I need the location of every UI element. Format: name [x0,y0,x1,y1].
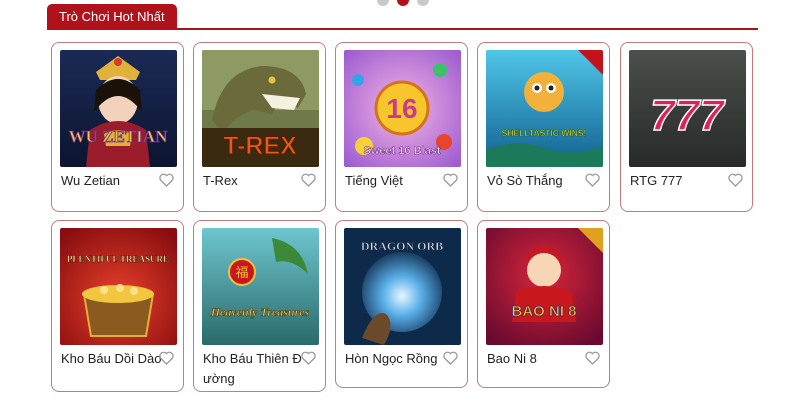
game-thumbnail[interactable]: PLENTIFUL TREASURE [60,228,177,345]
game-thumbnail[interactable]: 福 Heavenly Treasures [202,228,319,345]
game-card-bao-ni-8[interactable]: BAO NI 8 Bao Ni 8 [477,220,610,388]
game-art-title: Sweet 16 Blast [363,145,440,157]
dragon-orb-artwork: DRAGON ORB [344,228,461,345]
game-art-title: DRAGON ORB [361,239,443,253]
game-thumbnail[interactable]: 16 Sweet 16 Blast [344,50,461,167]
game-art-title: 777 [650,91,726,140]
heavenly-treasures-artwork: 福 Heavenly Treasures [202,228,319,345]
game-grid: WU ZETIAN Wu Zetian T-REX T-Rex 16 Sweet… [0,0,800,400]
game-thumbnail[interactable]: DRAGON ORB [344,228,461,345]
heart-icon[interactable] [159,351,174,365]
game-name[interactable]: T-Rex [203,171,307,191]
game-name[interactable]: Kho Báu Thiên Đường [203,349,307,389]
game-name[interactable]: Kho Báu Dồi Dào [61,349,165,369]
game-art-title: SHELLTASTIC WINS! [502,128,587,138]
game-card-kho-bau-thien-duong[interactable]: 福 Heavenly Treasures Kho Báu Thiên Đường [193,220,326,392]
heart-icon[interactable] [585,173,600,187]
game-art-title: T-REX [223,132,297,160]
t-rex-artwork: T-REX [202,50,319,167]
game-art-title: BAO NI 8 [511,303,576,320]
svg-text:福: 福 [235,266,248,281]
game-name[interactable]: Hòn Ngọc Rồng [345,349,449,369]
game-art-title: PLENTIFUL TREASURE [67,254,169,264]
game-card-wu-zetian[interactable]: WU ZETIAN Wu Zetian [51,42,184,212]
sweet-16-blast-artwork: 16 Sweet 16 Blast [344,50,461,167]
rtg-777-artwork: 777 [629,50,746,167]
game-thumbnail[interactable]: 777 [629,50,746,167]
game-card-hon-ngoc-rong[interactable]: DRAGON ORB Hòn Ngọc Rồng [335,220,468,388]
game-card-tieng-viet[interactable]: 16 Sweet 16 Blast Tiếng Việt [335,42,468,212]
game-name[interactable]: Bao Ni 8 [487,349,591,369]
plentiful-treasure-artwork: PLENTIFUL TREASURE [60,228,177,345]
game-name[interactable]: Tiếng Việt [345,171,449,191]
game-art-title: Heavenly Treasures [210,305,310,319]
svg-text:16: 16 [386,93,417,124]
hot-games-page: Trò Chơi Hot Nhất WU ZETIAN Wu Zetian T-… [0,0,800,400]
wu-zetian-artwork: WU ZETIAN [60,50,177,167]
game-name[interactable]: Wu Zetian [61,171,165,191]
game-thumbnail[interactable]: WU ZETIAN [60,50,177,167]
game-thumbnail[interactable]: BAO NI 8 [486,228,603,345]
game-art-title: WU ZETIAN [69,127,168,146]
heart-icon[interactable] [301,351,316,365]
shelltastic-wins-artwork: SHELLTASTIC WINS! [486,50,603,167]
heart-icon[interactable] [159,173,174,187]
heart-icon[interactable] [728,173,743,187]
game-thumbnail[interactable]: T-REX [202,50,319,167]
heart-icon[interactable] [443,351,458,365]
heart-icon[interactable] [585,351,600,365]
bao-ni-8-artwork: BAO NI 8 [486,228,603,345]
game-card-rtg-777[interactable]: 777 RTG 777 [620,42,753,212]
game-name[interactable]: Vỏ Sò Thắng [487,171,591,191]
game-thumbnail[interactable]: SHELLTASTIC WINS! [486,50,603,167]
heart-icon[interactable] [443,173,458,187]
game-card-kho-bau-doi-dao[interactable]: PLENTIFUL TREASURE Kho Báu Dồi Dào [51,220,184,392]
game-name[interactable]: RTG 777 [630,171,734,191]
game-card-t-rex[interactable]: T-REX T-Rex [193,42,326,212]
heart-icon[interactable] [301,173,316,187]
game-card-vo-so-thang[interactable]: SHELLTASTIC WINS! Vỏ Sò Thắng [477,42,610,212]
